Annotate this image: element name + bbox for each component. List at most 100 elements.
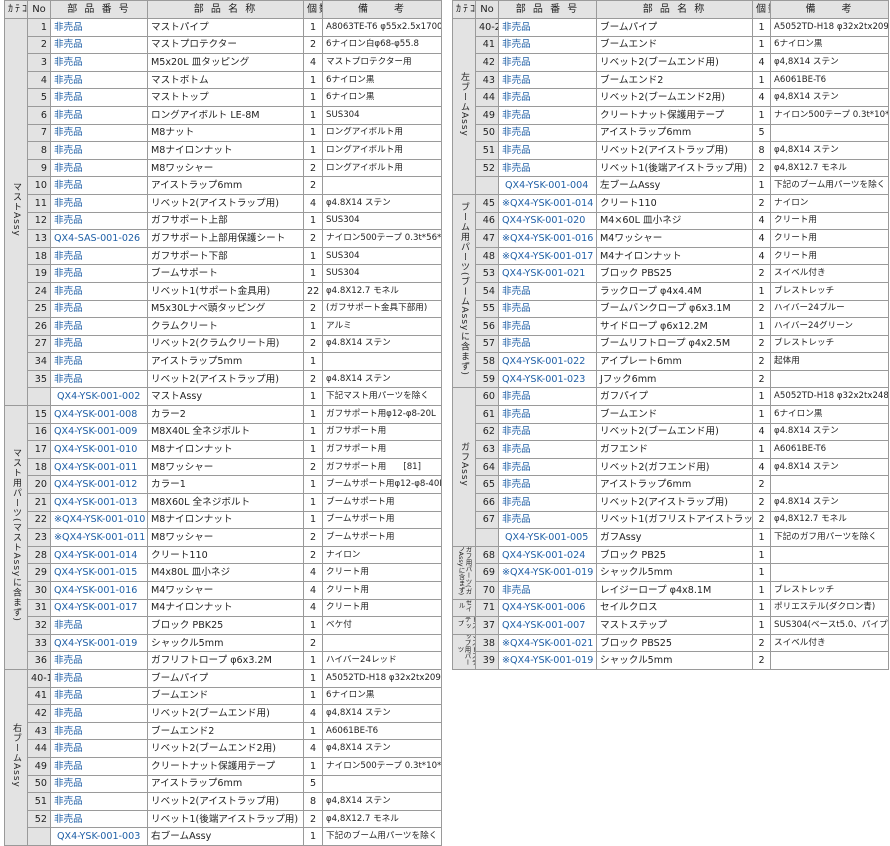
part-number: QX4-YSK-001-013 — [50, 493, 148, 512]
part-name: ガフサポート上部用保護シート — [147, 229, 304, 248]
part-name: ブームエンド — [596, 405, 753, 424]
remarks — [770, 369, 889, 389]
quantity: 1 — [752, 317, 771, 336]
header-no: No — [27, 0, 51, 19]
part-name: ガフエンド — [596, 440, 753, 459]
parts-table-right: ｶﾃｺﾞﾘｰ No 部 品 番 号 部 品 名 称 個数 備 考 左ブームAss… — [452, 0, 889, 670]
part-number: 非売品 — [50, 651, 148, 670]
remarks: ガフサポート用φ12-φ8-20L — [322, 405, 442, 424]
quantity: 1 — [752, 581, 771, 600]
quantity: 2 — [303, 229, 323, 248]
table-row: 19 非売品 ブームサポート 1 SUS304 — [5, 264, 442, 283]
table-row: 43 非売品 ブームエンド2 1 A6061BE-T6 — [5, 721, 442, 741]
row-number — [475, 176, 499, 195]
quantity: 1 — [303, 422, 323, 442]
row-number: 28 — [27, 545, 51, 565]
quantity: 2 — [303, 369, 323, 389]
part-name: マストトップ — [147, 88, 304, 107]
part-name: シャックル5mm — [596, 651, 753, 670]
row-number: 31 — [27, 598, 51, 618]
category-cell: 左ブームAssy — [452, 18, 476, 195]
row-number: 52 — [475, 158, 499, 178]
table-row: 33 QX4-YSK-001-019 シャックル5mm 2 — [5, 633, 442, 653]
header-count: 個数 — [752, 0, 771, 19]
table-row: 58 QX4-YSK-001-022 アイプレート6mm 2 起体用 — [453, 352, 889, 371]
remarks: φ4,8X14 ステン — [770, 88, 889, 107]
part-name: リベット2(アイストラップ用) — [147, 369, 304, 389]
part-number: QX4-YSK-001-004 — [498, 176, 597, 195]
part-name: ラックロープ φ4x4.4M — [596, 281, 753, 301]
row-number: 54 — [475, 281, 499, 301]
part-name: M4x80L 皿小ネジ — [147, 563, 304, 582]
part-number: 非売品 — [50, 53, 148, 72]
part-name: アイストラップ6mm — [147, 176, 304, 195]
part-name: ブームパイプ — [596, 18, 753, 37]
table-header-row: ｶﾃｺﾞﾘｰ No 部 品 番 号 部 品 名 称 個数 備 考 — [452, 0, 889, 19]
row-number: 45 — [475, 193, 499, 213]
part-name: カラー2 — [147, 405, 304, 424]
part-name: ガフサポート上部 — [147, 211, 304, 231]
header-no: No — [475, 0, 499, 19]
category-label: セイル — [457, 599, 472, 612]
part-name: サイドロープ φ6x12.2M — [596, 317, 753, 336]
row-number: 41 — [475, 35, 499, 55]
table-row: 17 QX4-YSK-001-010 M8ナイロンナット 1 ガフサポート用 — [5, 440, 442, 459]
part-number: 非売品 — [50, 123, 148, 143]
quantity: 4 — [752, 246, 771, 266]
part-number: 非売品 — [50, 616, 148, 635]
part-number: 非売品 — [50, 88, 148, 107]
category-label: ガフAssy — [459, 442, 469, 488]
row-number: 35 — [27, 369, 51, 389]
remarks: SUS304 — [322, 246, 442, 266]
table-row: 57 非売品 ブームリフトロープ φ4x2.5M 2 ブレストレッチ — [453, 334, 889, 354]
quantity: 22 — [303, 281, 323, 301]
part-name: アイストラップ6mm — [596, 475, 753, 495]
quantity: 1 — [752, 105, 771, 125]
row-number: 62 — [475, 422, 499, 442]
part-name: マストAssy — [147, 387, 304, 407]
table-row: 13 QX4-SAS-001-026 ガフサポート上部用保護シート 2 ナイロン500テ… — [5, 229, 442, 248]
row-number: 38 — [475, 633, 499, 653]
quantity: 2 — [752, 158, 771, 178]
table-row: 30 QX4-YSK-001-016 M4ワッシャー 4 クリート用 — [5, 581, 442, 600]
part-number: QX4-YSK-001-008 — [50, 405, 148, 424]
part-number: ※QX4-YSK-001-021 — [498, 633, 597, 653]
row-number: 69 — [475, 563, 499, 582]
table-row: マストAssy 1 非売品 マストパイプ 1 A8063TE-T6 φ55x2.5x170… — [4, 17, 442, 407]
part-number: 非売品 — [50, 721, 148, 741]
quantity: 1 — [752, 176, 771, 195]
quantity: 1 — [303, 510, 323, 530]
part-name: シャックル5mm — [596, 563, 753, 582]
row-number: 50 — [475, 123, 499, 143]
header-part-name: 部 品 名 称 — [147, 0, 304, 19]
table-row: 34 非売品 アイストラップ5mm 1 — [5, 352, 442, 371]
quantity: 2 — [752, 633, 771, 653]
part-name: リベット2(ブームエンド用) — [147, 704, 304, 723]
quantity: 4 — [303, 704, 323, 723]
remarks: A6061BE-T6 — [770, 70, 889, 90]
quantity: 1 — [752, 598, 771, 618]
quantity: 1 — [303, 387, 323, 407]
table-row: 27 非売品 リベット2(クラムクリート用) 2 φ4.8X14 ステン — [5, 334, 442, 354]
table-row: 51 非売品 リベット2(アイストラップ用) 8 φ4,8X14 ステン — [5, 792, 442, 811]
remarks: φ4,8X14 ステン — [770, 141, 889, 160]
remarks: ナイロン — [322, 545, 442, 565]
quantity: 4 — [303, 193, 323, 213]
remarks: 起体用 — [770, 352, 889, 371]
table-row: 32 非売品 ブロック PBK25 1 ベケ付 — [5, 616, 442, 635]
quantity: 1 — [303, 123, 323, 143]
quantity: 1 — [752, 528, 771, 547]
header-category: ｶﾃｺﾞﾘｰ — [452, 0, 476, 19]
row-number: 24 — [27, 281, 51, 301]
remarks — [770, 651, 889, 670]
remarks: クリート用 — [322, 563, 442, 582]
remarks: ブレストレッチ — [770, 581, 889, 600]
row-number: 40-1 — [27, 668, 51, 688]
quantity: 2 — [752, 193, 771, 213]
row-number: 51 — [475, 141, 499, 160]
category-label: マスト用パーツ(マストAssyに含まず) — [11, 448, 21, 622]
quantity: 2 — [303, 528, 323, 547]
row-number: 66 — [475, 493, 499, 512]
part-name: リベット2(アイストラップ用) — [147, 792, 304, 811]
part-number: 非売品 — [50, 704, 148, 723]
